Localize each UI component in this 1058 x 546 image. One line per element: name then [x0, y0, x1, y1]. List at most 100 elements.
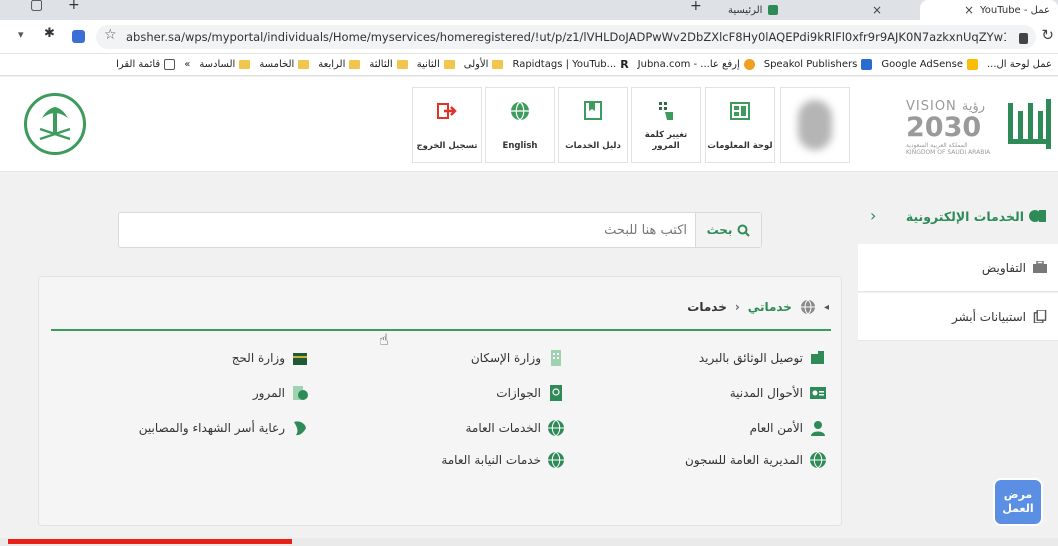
tab-title: YouTube - عمل	[980, 4, 1050, 16]
palm-swords-icon	[39, 107, 71, 141]
channel-watermark: مرض العمل	[993, 478, 1043, 526]
breadcrumb-separator: ‹	[734, 300, 740, 314]
breadcrumb-my-services[interactable]: خدماتي	[748, 300, 792, 314]
tab-close-icon[interactable]: ×	[964, 3, 974, 17]
service-martyrs-care[interactable]: رعاية أسر الشهداء والمصابين	[139, 419, 309, 437]
bookmark-item[interactable]: Speakol Publishers	[764, 59, 873, 70]
jubna-icon	[743, 59, 755, 70]
tab-title: الرئيسية	[728, 4, 763, 16]
bookmark-star-icon[interactable]: ☆	[104, 27, 117, 43]
service-mail-delivery[interactable]: توصيل الوثائق بالبريد	[699, 349, 827, 367]
tile-label: لوحة المعلومات	[707, 141, 773, 151]
globe-icon	[548, 419, 564, 437]
globe-icon	[800, 299, 815, 315]
breadcrumb-current: خدمات	[687, 300, 727, 314]
dashboard-tile[interactable]: لوحة المعلومات	[705, 87, 775, 163]
sidebar-eservices-header[interactable]: الخدمات الإلكترونية ‹	[858, 196, 1058, 236]
service-housing[interactable]: وزارة الإسكان	[471, 349, 565, 367]
officer-icon	[811, 421, 825, 436]
bookmark-item[interactable]: عمل لوحة ال...	[987, 59, 1052, 70]
service-hajj[interactable]: وزارة الحج	[232, 349, 309, 367]
bookmark-folder[interactable]: الخامسة	[259, 59, 310, 70]
vision-2030-logo: VISION رؤية 2030 المملكة العربية السعودي…	[906, 99, 991, 156]
traffic-icon	[293, 386, 308, 400]
sidebar-item-surveys[interactable]: استبيانات أبشر	[858, 293, 1058, 341]
service-civil-affairs[interactable]: الأحوال المدنية	[730, 384, 827, 402]
briefcase-icon	[1033, 261, 1047, 273]
cursor-icon: ☝	[379, 330, 389, 349]
service-public-prosecution[interactable]: خدمات النيابة العامة	[441, 451, 565, 469]
service-prisons[interactable]: المديرية العامة للسجون	[685, 451, 827, 469]
globe-icon	[548, 451, 564, 469]
puzzle-icon[interactable]: ✱	[44, 26, 57, 41]
folder-icon	[396, 60, 408, 69]
browser-tab-strip: ▢ + + × الرئيسية × YouTube - عمل	[0, 0, 1058, 20]
lock-icon[interactable]	[1019, 33, 1028, 44]
reading-list-icon	[164, 59, 176, 70]
user-avatar[interactable]	[780, 87, 850, 163]
reload-icon[interactable]: ↻	[1041, 26, 1054, 44]
video-progress-fill	[8, 539, 292, 544]
saudi-emblem-icon	[24, 93, 86, 155]
service-passports[interactable]: الجوازات	[496, 384, 565, 402]
passport-icon	[550, 385, 562, 401]
bookmark-folder[interactable]: الأولى	[464, 59, 504, 70]
speakol-icon	[861, 59, 873, 70]
bookmark-folder[interactable]: الرابعة	[318, 59, 361, 70]
omnibox[interactable]: ☆ absher.sa/wps/myportal/individuals/Hom…	[96, 25, 1036, 49]
folder-icon	[443, 60, 455, 69]
bookmark-item[interactable]: Google AdSense	[881, 59, 978, 70]
bookmark-item[interactable]: إرفع عا... - Jubna.com	[638, 59, 755, 70]
search-button[interactable]: بحث	[695, 213, 761, 247]
search-icon	[737, 224, 751, 237]
absher-favicon-icon	[768, 5, 779, 15]
martyr-care-icon	[294, 421, 306, 436]
folder-icon	[349, 60, 361, 69]
address-bar-row: ▾ ✱ ☆ absher.sa/wps/myportal/individuals…	[0, 20, 1058, 54]
extension-icon[interactable]: ▾	[18, 28, 31, 41]
more-bookmarks[interactable]: »	[184, 59, 190, 70]
bookmark-folder[interactable]: السادسة	[199, 59, 251, 70]
search-input[interactable]	[131, 213, 691, 247]
sidebar-item-delegations[interactable]: التفاويض	[858, 244, 1058, 292]
section-divider	[51, 329, 831, 331]
service-public-security[interactable]: الأمن العام	[750, 419, 827, 437]
bookmark-folder[interactable]: الثانية	[417, 59, 455, 70]
bookmark-item[interactable]: R Rapidtags | YouTub...	[512, 58, 628, 71]
restore-control[interactable]: ▢	[30, 0, 43, 13]
keypad-hand-icon	[659, 102, 673, 120]
adsense-icon	[966, 59, 978, 70]
logout-tile[interactable]: تسجيل الخروج	[412, 87, 482, 163]
new-tab-button[interactable]: +	[690, 0, 702, 14]
folder-icon	[298, 60, 310, 69]
tab-close-icon[interactable]: ×	[872, 3, 882, 17]
site-header: تسجيل الخروج English دليل الخدمات تغيير …	[0, 77, 1058, 172]
chevron-left-icon[interactable]: ‹	[870, 206, 876, 225]
profile-extension-icon[interactable]	[72, 30, 85, 43]
avatar-image	[798, 100, 832, 150]
tab-home[interactable]: × الرئيسية	[720, 0, 890, 20]
tile-label: دليل الخدمات	[565, 141, 621, 151]
search-box: بحث	[118, 212, 762, 248]
globe-icon	[810, 451, 826, 469]
service-traffic[interactable]: المرور	[253, 384, 309, 402]
english-tile[interactable]: English	[485, 87, 555, 163]
absher-logo-icon	[1008, 99, 1051, 149]
video-progress-bar[interactable]	[0, 538, 1058, 546]
tile-label: English	[502, 141, 538, 151]
service-general[interactable]: الخدمات العامة	[465, 419, 565, 437]
change-password-tile[interactable]: تغيير كلمة المرور	[631, 87, 701, 163]
services-guide-tile[interactable]: دليل الخدمات	[558, 87, 628, 163]
minimize-control[interactable]: +	[68, 0, 80, 13]
tab-youtube[interactable]: × YouTube - عمل	[920, 0, 1058, 20]
url-text[interactable]: absher.sa/wps/myportal/individuals/Home/…	[126, 30, 1006, 44]
dashboard-icon	[730, 102, 750, 120]
caret-icon[interactable]: ◂	[824, 302, 829, 313]
folder-icon	[492, 60, 504, 69]
bookmark-folder[interactable]: الثالثة	[369, 59, 408, 70]
building-icon	[551, 350, 561, 366]
folder-icon	[239, 60, 251, 69]
services-panel: ◂ خدماتي ‹ خدمات ☝ توصيل الوثائق بالبريد…	[38, 276, 842, 526]
eservices-icon	[1029, 210, 1046, 222]
reading-list[interactable]: قائمة القرا	[116, 59, 176, 70]
